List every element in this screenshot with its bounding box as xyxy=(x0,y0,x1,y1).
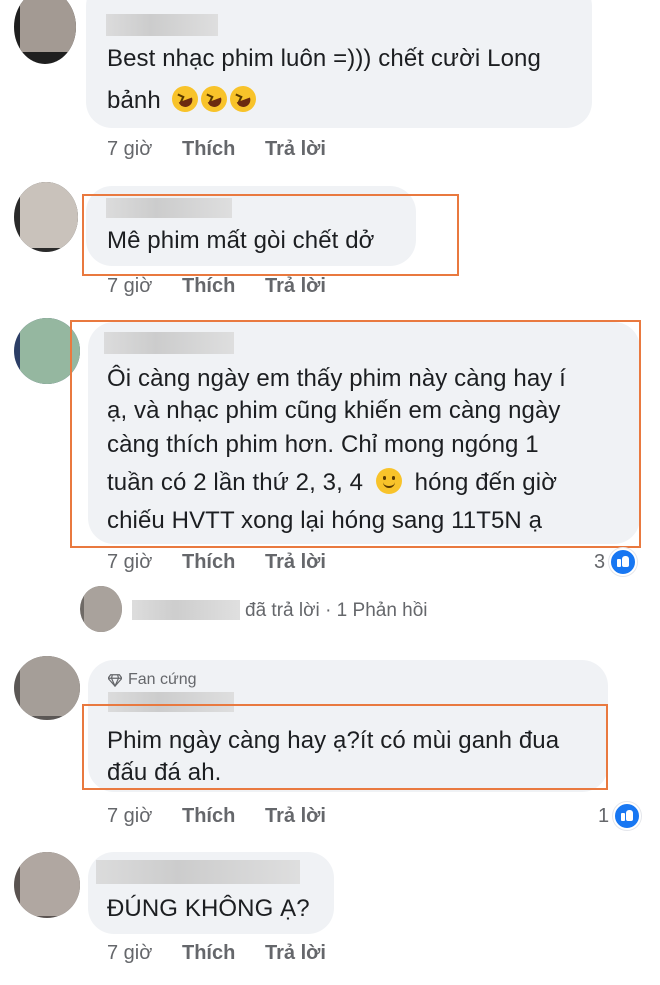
separator-dot: · xyxy=(325,600,332,621)
reply-button[interactable]: Trả lời xyxy=(265,138,326,161)
author-name-redacted[interactable] xyxy=(96,860,300,884)
reply-button[interactable]: Trả lời xyxy=(265,275,326,298)
like-button[interactable]: Thích xyxy=(182,275,235,298)
diamond-icon xyxy=(108,674,122,687)
comment-time[interactable]: 7 giờ xyxy=(107,275,152,298)
reply-count: 1 Phản hồi xyxy=(336,600,428,621)
reply-button[interactable]: Trả lời xyxy=(265,805,326,828)
fan-badge[interactable]: Fan cứng xyxy=(108,671,197,689)
like-button[interactable]: Thích xyxy=(182,942,235,965)
rofl-emoji-icon xyxy=(196,82,231,116)
avatar-blur xyxy=(20,0,76,52)
reaction-summary[interactable]: 3 xyxy=(594,548,638,576)
rofl-emoji-icon xyxy=(167,82,202,116)
like-reaction-icon xyxy=(613,802,642,830)
reaction-summary[interactable]: 1 xyxy=(598,802,642,830)
like-reaction-icon xyxy=(609,548,638,576)
reaction-count: 1 xyxy=(598,804,610,827)
fan-badge-label: Fan cứng xyxy=(128,671,197,688)
replied-label: đã trả lời xyxy=(245,600,320,621)
avatar[interactable] xyxy=(14,0,76,64)
comment-time[interactable]: 7 giờ xyxy=(107,805,152,828)
comment-time[interactable]: 7 giờ xyxy=(107,138,152,161)
like-button[interactable]: Thích xyxy=(182,805,235,828)
like-button[interactable]: Thích xyxy=(182,551,235,574)
comment-text-line: ĐÚNG KHÔNG Ạ? xyxy=(107,895,310,922)
author-name-redacted[interactable] xyxy=(106,14,218,36)
reply-button[interactable]: Trả lời xyxy=(265,942,326,965)
comment-text-line: Best nhạc phim luôn =))) chết cười Long xyxy=(107,45,541,72)
avatar[interactable] xyxy=(14,852,80,918)
avatar-blur xyxy=(20,656,80,716)
avatar-blur xyxy=(20,182,78,248)
avatar-blur xyxy=(20,852,80,916)
highlight-box xyxy=(70,320,641,548)
comment-time[interactable]: 7 giờ xyxy=(107,551,152,574)
reaction-count: 3 xyxy=(594,550,606,573)
avatar-blur xyxy=(84,586,122,632)
author-name-redacted[interactable] xyxy=(132,600,240,620)
like-button[interactable]: Thích xyxy=(182,138,235,161)
view-replies-link[interactable]: đã trả lời · 1 Phản hồi xyxy=(245,600,428,622)
highlight-box xyxy=(82,194,459,276)
avatar[interactable] xyxy=(14,182,78,252)
comment-time[interactable]: 7 giờ xyxy=(107,942,152,965)
comment-text-fragment: bảnh xyxy=(107,87,161,114)
comment-text-line: bảnh xyxy=(107,80,260,121)
reply-button[interactable]: Trả lời xyxy=(265,551,326,574)
avatar[interactable] xyxy=(80,586,122,632)
rofl-emoji-icon xyxy=(225,82,260,116)
highlight-box xyxy=(82,704,608,790)
avatar[interactable] xyxy=(14,656,80,720)
